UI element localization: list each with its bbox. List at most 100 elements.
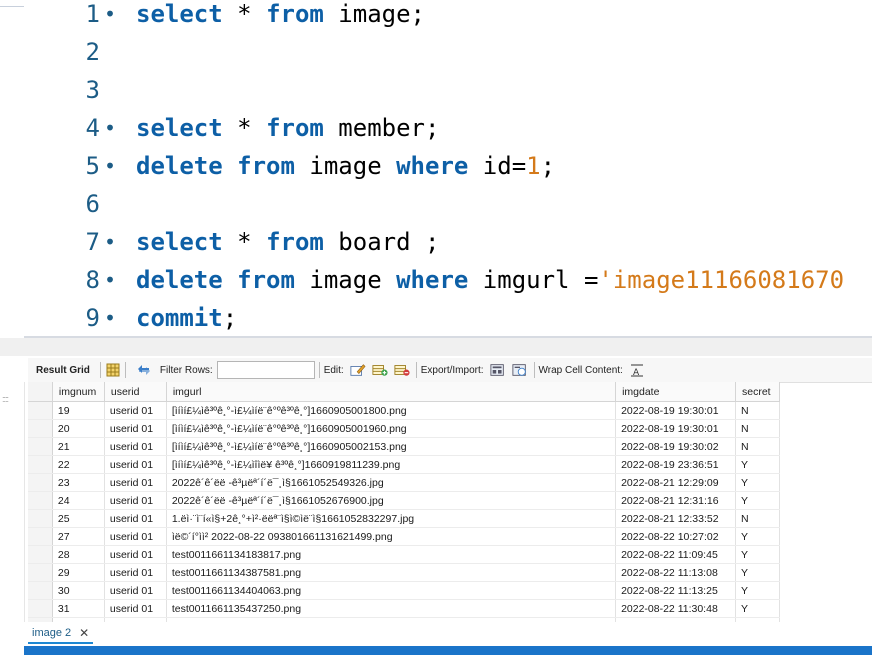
cell-secret[interactable]: Y <box>735 455 780 474</box>
cell-userid[interactable]: userid 01 <box>104 581 167 600</box>
cell-imgnum[interactable]: 24 <box>52 491 105 510</box>
cell-userid[interactable]: userid 01 <box>104 563 167 582</box>
row-selector-header[interactable] <box>28 382 53 402</box>
cell-userid[interactable]: userid 01 <box>104 455 167 474</box>
column-header-imgdate[interactable]: imgdate <box>615 382 736 402</box>
code-line[interactable]: 7 • select * from board ; <box>0 223 872 261</box>
cell-imgdate[interactable]: 2022-08-22 10:27:02 <box>615 527 736 546</box>
cell-userid[interactable]: userid 01 <box>104 545 167 564</box>
table-row[interactable]: 28 userid 01 test0011661134183817.png 2022-… <box>28 545 780 564</box>
cell-imgurl[interactable]: ìë©´í°ìì² 2022-08-22 093801661131621499.… <box>166 527 617 546</box>
cell-userid[interactable]: userid 01 <box>104 437 167 456</box>
row-selector[interactable] <box>28 491 53 510</box>
column-header-userid[interactable]: userid <box>104 382 167 402</box>
wrap-icon[interactable]: A <box>629 362 645 378</box>
cell-userid[interactable]: userid 01 <box>104 419 167 438</box>
cell-secret[interactable]: N <box>735 419 780 438</box>
add-row-icon[interactable] <box>372 362 388 378</box>
cell-imgnum[interactable]: 19 <box>52 401 105 420</box>
table-row[interactable]: 31 userid 01 test0011661135437250.png 2022-… <box>28 599 780 618</box>
cell-imgurl[interactable]: 2022ê´ê´ëë -ê³µëª´í´ë¯¸ì§1661052549326.j… <box>166 473 617 492</box>
cell-imgurl[interactable]: [ìíìí£¼ìê³ºê¸°-ì£¼ìíë¨ê°ºê³ºê¸°]16609050… <box>166 437 617 456</box>
result-grid-label[interactable]: Result Grid <box>28 365 96 376</box>
cell-secret[interactable]: N <box>735 509 780 528</box>
code-line[interactable]: 6 <box>0 185 872 223</box>
row-selector[interactable] <box>28 581 53 600</box>
cell-imgnum[interactable]: 21 <box>52 437 105 456</box>
cell-imgdate[interactable]: 2022-08-21 12:33:52 <box>615 509 736 528</box>
cell-imgnum[interactable]: 27 <box>52 527 105 546</box>
code-line[interactable]: 4 • select * from member; <box>0 109 872 147</box>
cell-imgnum[interactable]: 20 <box>52 419 105 438</box>
cell-imgnum[interactable]: 29 <box>52 563 105 582</box>
table-row[interactable]: 25 userid 01 1.ëì·¨ì¨í«ì§+2ê¸°+ì²·ëëª¨ì§ì©… <box>28 509 780 528</box>
row-selector[interactable] <box>28 473 53 492</box>
row-selector[interactable] <box>28 401 53 420</box>
cell-userid[interactable]: userid 01 <box>104 401 167 420</box>
cell-imgurl[interactable]: [ìíìí£¼ìê³ºê¸°-ì£¼ìíë¨ê°ºê³ºê¸°]16609050… <box>166 419 617 438</box>
cell-imgnum[interactable]: 23 <box>52 473 105 492</box>
table-row[interactable]: 19 userid 01 [ìíìí£¼ìê³ºê¸°-ì£¼ìíë¨ê°ºê³ºê… <box>28 401 780 420</box>
cell-imgurl[interactable]: test0011661134183817.png <box>166 545 617 564</box>
table-row[interactable]: 22 userid 01 [ìíìí£¼ìê³ºê¸°-ì£¼ìîìë¥ ê³ºê¸… <box>28 455 780 474</box>
row-selector[interactable] <box>28 419 53 438</box>
cell-secret[interactable]: Y <box>735 581 780 600</box>
table-row[interactable]: 23 userid 01 2022ê´ê´ëë -ê³µëª´í´ë¯¸ì§1661… <box>28 473 780 492</box>
cell-secret[interactable]: Y <box>735 527 780 546</box>
edit-row-icon[interactable] <box>350 362 366 378</box>
cell-imgnum[interactable]: 30 <box>52 581 105 600</box>
refresh-icon[interactable] <box>136 362 152 378</box>
result-grid[interactable]: imgnum userid imgurl imgdate secret 19 userid… <box>28 382 780 622</box>
cell-secret[interactable]: Y <box>735 491 780 510</box>
row-selector[interactable] <box>28 455 53 474</box>
row-selector[interactable] <box>28 599 53 618</box>
table-row[interactable]: 30 userid 01 test0011661134404063.png 2022-… <box>28 581 780 600</box>
column-header-imgnum[interactable]: imgnum <box>52 382 105 402</box>
export-icon[interactable] <box>489 362 506 378</box>
cell-imgnum[interactable]: 31 <box>52 599 105 618</box>
cell-secret[interactable]: Y <box>735 545 780 564</box>
cell-imgurl[interactable]: 2022ê´ê´ëë -ê³µëª´í´ë¯¸ì§1661052676900.j… <box>166 491 617 510</box>
cell-secret[interactable]: N <box>735 401 780 420</box>
cell-imgdate[interactable]: 2022-08-21 12:31:16 <box>615 491 736 510</box>
cell-imgurl[interactable]: [ìíìí£¼ìê³ºê¸°-ì£¼ìíë¨ê°ºê³ºê¸°]16609050… <box>166 401 617 420</box>
code-line[interactable]: 3 <box>0 71 872 109</box>
cell-secret[interactable]: Y <box>735 563 780 582</box>
table-row[interactable]: 20 userid 01 [ìíìí£¼ìê³ºê¸°-ì£¼ìíë¨ê°ºê³ºê… <box>28 419 780 438</box>
pane-splitter[interactable] <box>0 338 872 356</box>
cell-imgdate[interactable]: 2022-08-22 11:13:08 <box>615 563 736 582</box>
cell-imgdate[interactable]: 2022-08-21 12:29:09 <box>615 473 736 492</box>
row-selector[interactable] <box>28 527 53 546</box>
cell-imgurl[interactable]: test0011661135437250.png <box>166 599 617 618</box>
cell-secret[interactable]: N <box>735 437 780 456</box>
splitter-grip-icon[interactable]: :::: <box>2 394 9 404</box>
sql-editor[interactable]: 1 • select * from image; 2 3 4 • select * from … <box>0 0 872 338</box>
table-row[interactable]: 21 userid 01 [ìíìí£¼ìê³ºê¸°-ì£¼ìíë¨ê°ºê³ºê… <box>28 437 780 456</box>
cell-imgnum[interactable]: 25 <box>52 509 105 528</box>
cell-imgurl[interactable]: 1.ëì·¨ì¨í«ì§+2ê¸°+ì²·ëëª¨ì§ì©ìë¨ì§166105… <box>166 509 617 528</box>
row-selector[interactable] <box>28 509 53 528</box>
code-line[interactable]: 9 • commit; <box>0 299 872 337</box>
table-row[interactable]: 27 userid 01 ìë©´í°ìì² 2022-08-22 09380166… <box>28 527 780 546</box>
import-icon[interactable] <box>511 362 528 378</box>
cell-imgdate[interactable]: 2022-08-22 11:30:48 <box>615 599 736 618</box>
cell-imgdate[interactable]: 2022-08-19 19:30:01 <box>615 419 736 438</box>
cell-imgdate[interactable]: 2022-08-19 23:36:51 <box>615 455 736 474</box>
row-selector[interactable] <box>28 437 53 456</box>
cell-userid[interactable]: userid 01 <box>104 491 167 510</box>
cell-imgurl[interactable]: test0011661134404063.png <box>166 581 617 600</box>
cell-userid[interactable]: userid 01 <box>104 473 167 492</box>
code-line[interactable]: 8 • delete from image where imgurl ='image… <box>0 261 872 299</box>
table-row[interactable]: 24 userid 01 2022ê´ê´ëë -ê³µëª´í´ë¯¸ì§1661… <box>28 491 780 510</box>
cell-imgnum[interactable]: 22 <box>52 455 105 474</box>
delete-row-icon[interactable] <box>394 362 410 378</box>
cell-imgurl[interactable]: [ìíìí£¼ìê³ºê¸°-ì£¼ìîìë¥ ê³ºê¸°]166091981… <box>166 455 617 474</box>
grid-icon[interactable] <box>105 362 121 378</box>
column-header-secret[interactable]: secret <box>735 382 780 402</box>
cell-imgdate[interactable]: 2022-08-22 11:13:25 <box>615 581 736 600</box>
close-icon[interactable]: ✕ <box>79 624 89 642</box>
column-header-imgurl[interactable]: imgurl <box>166 382 617 402</box>
filter-rows-input[interactable] <box>216 361 315 379</box>
tab-image-2[interactable]: image 2 ✕ <box>28 624 94 644</box>
row-selector[interactable] <box>28 563 53 582</box>
